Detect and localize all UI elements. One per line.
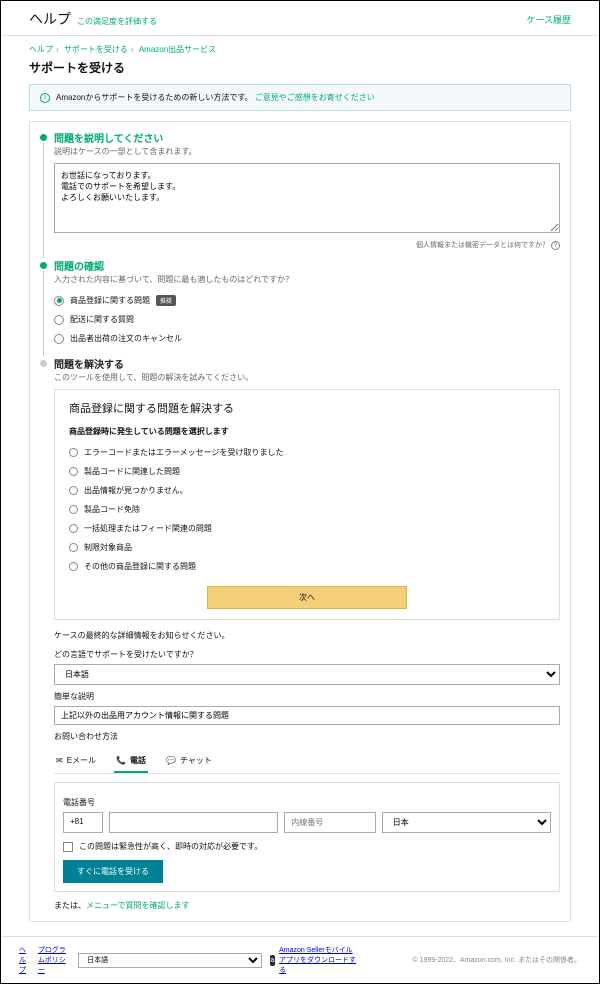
radio-icon: [54, 315, 64, 325]
solve-subtitle: 商品登録時に発生している問題を選択します: [69, 426, 545, 437]
next-button[interactable]: 次へ: [207, 586, 407, 609]
step-confirm-sub: 入力された内容に基づいて、問題に最も適したものはどれですか？: [54, 274, 560, 285]
confirm-option[interactable]: 出品者出荷の注文のキャンセル: [54, 329, 560, 348]
checkbox-icon: [63, 842, 73, 852]
footer: ヘルプ プログラムポリシー 日本語 a Amazon Sellerモバイルアプリ…: [1, 936, 599, 983]
privacy-note[interactable]: 個人情報または機密データとは何ですか？: [416, 242, 549, 249]
lang-label: どの言語でサポートを受けたいですか？: [54, 649, 560, 660]
tab-chat[interactable]: 💬チャット: [164, 750, 214, 773]
case-note: ケースの最終的な詳細情報をお知らせください。: [54, 630, 560, 641]
breadcrumb: ヘルプ› サポートを受ける› Amazon出品サービス: [1, 36, 599, 57]
country-code[interactable]: +81: [63, 812, 103, 833]
tab-email[interactable]: ✉Eメール: [54, 750, 98, 773]
country-select[interactable]: 日本: [382, 812, 551, 833]
mail-icon: ✉: [56, 756, 63, 765]
solve-option[interactable]: 製品コード免除: [69, 500, 545, 519]
step-resolve-title: 問題を解決する: [54, 356, 560, 371]
solve-title: 商品登録に関する問題を解決する: [69, 400, 545, 416]
tab-phone[interactable]: 📞電話: [114, 750, 148, 773]
footer-lang-select[interactable]: 日本語: [78, 953, 261, 968]
phone-label: 電話番号: [63, 797, 551, 808]
breadcrumb-item[interactable]: Amazon出品サービス: [139, 45, 216, 54]
breadcrumb-item[interactable]: サポートを受ける: [64, 45, 128, 54]
recommended-badge: 推奨: [156, 295, 176, 306]
breadcrumb-item[interactable]: ヘルプ: [29, 45, 53, 54]
footer-help[interactable]: ヘルプ: [19, 945, 30, 975]
step-describe: 問題を説明してください 説明はケースの一部として含まれます。 お世話になっており…: [40, 130, 560, 250]
step-confirm-title: 問題の確認: [54, 258, 560, 273]
solve-option[interactable]: その他の商品登録に関する問題: [69, 557, 545, 576]
issue-textarea[interactable]: お世話になっております。 電話でのサポートを希望します。 よろしくお願いいたしま…: [54, 163, 560, 233]
alt-link: または、メニューで質問を確認します: [54, 900, 560, 911]
info-icon: i: [40, 93, 50, 103]
header-title: ヘルプ: [29, 9, 71, 29]
chat-icon: 💬: [166, 756, 176, 765]
desc-label: 簡単な説明: [54, 691, 560, 702]
solve-option[interactable]: 出品情報が見つかりません。: [69, 481, 545, 500]
feedback-link[interactable]: ご意見やご感想をお寄せください: [255, 93, 375, 102]
case-history-link[interactable]: ケース履歴: [526, 15, 571, 25]
solve-option[interactable]: エラーコードまたはエラーメッセージを受け取りました: [69, 443, 545, 462]
alert-text: Amazonからサポートを受けるための新しい方法です。: [56, 93, 253, 102]
radio-icon: [54, 296, 64, 306]
step-confirm: 問題の確認 入力された内容に基づいて、問題に最も適したものはどれですか？ 商品登…: [40, 258, 560, 348]
contact-label: お問い合わせ方法: [54, 731, 560, 742]
lang-select[interactable]: 日本語: [54, 664, 560, 685]
steps-panel: 問題を説明してください 説明はケースの一部として含まれます。 お世話になっており…: [29, 121, 571, 922]
copyright: © 1999-2022、Amazon.com, Inc. またはその関係者。: [412, 955, 581, 965]
phone-icon: 📞: [116, 756, 126, 765]
step-resolve: 問題を解決する このツールを使用して、問題の解決を試みてください。 商品登録に関…: [40, 356, 560, 911]
app-download-link[interactable]: Amazon Sellerモバイルアプリをダウンロードする: [279, 945, 358, 975]
rate-link[interactable]: この満足度を評価する: [77, 16, 157, 27]
extension-input[interactable]: [284, 812, 376, 833]
desc-input[interactable]: [54, 706, 560, 725]
confirm-option[interactable]: 配送に関する質問: [54, 310, 560, 329]
radio-icon: [54, 334, 64, 344]
app-icon: a: [270, 955, 276, 966]
solve-option[interactable]: 制限対象商品: [69, 538, 545, 557]
contact-tabs: ✉Eメール 📞電話 💬チャット: [54, 750, 560, 774]
urgent-checkbox-row[interactable]: この問題は緊急性が高く、即時の対応が必要です。: [63, 841, 551, 852]
confirm-option[interactable]: 商品登録に関する問題 推奨: [54, 291, 560, 310]
step-describe-sub: 説明はケースの一部として含まれます。: [54, 146, 560, 157]
footer-policy[interactable]: プログラムポリシー: [38, 945, 70, 975]
step-resolve-sub: このツールを使用して、問題の解決を試みてください。: [54, 372, 560, 383]
solve-panel: 商品登録に関する問題を解決する 商品登録時に発生している問題を選択します エラー…: [54, 389, 560, 620]
solve-option[interactable]: 製品コードに関連した問題: [69, 462, 545, 481]
step-describe-title: 問題を説明してください: [54, 130, 560, 145]
solve-option[interactable]: 一括処理またはフィード関連の問題: [69, 519, 545, 538]
info-alert: i Amazonからサポートを受けるための新しい方法です。 ご意見やご感想をお寄…: [29, 84, 571, 111]
phone-box: 電話番号 +81 日本 この問題は緊急性が高く、即時の対応が必要です。 すぐに電…: [54, 782, 560, 892]
menu-confirm-link[interactable]: メニューで質問を確認します: [86, 901, 190, 910]
header: ヘルプ この満足度を評価する ケース履歴: [1, 1, 599, 36]
phone-number-input[interactable]: [109, 812, 278, 833]
call-now-button[interactable]: すぐに電話を受ける: [63, 860, 163, 883]
page-title: サポートを受ける: [1, 57, 599, 84]
help-icon[interactable]: ?: [551, 241, 560, 250]
